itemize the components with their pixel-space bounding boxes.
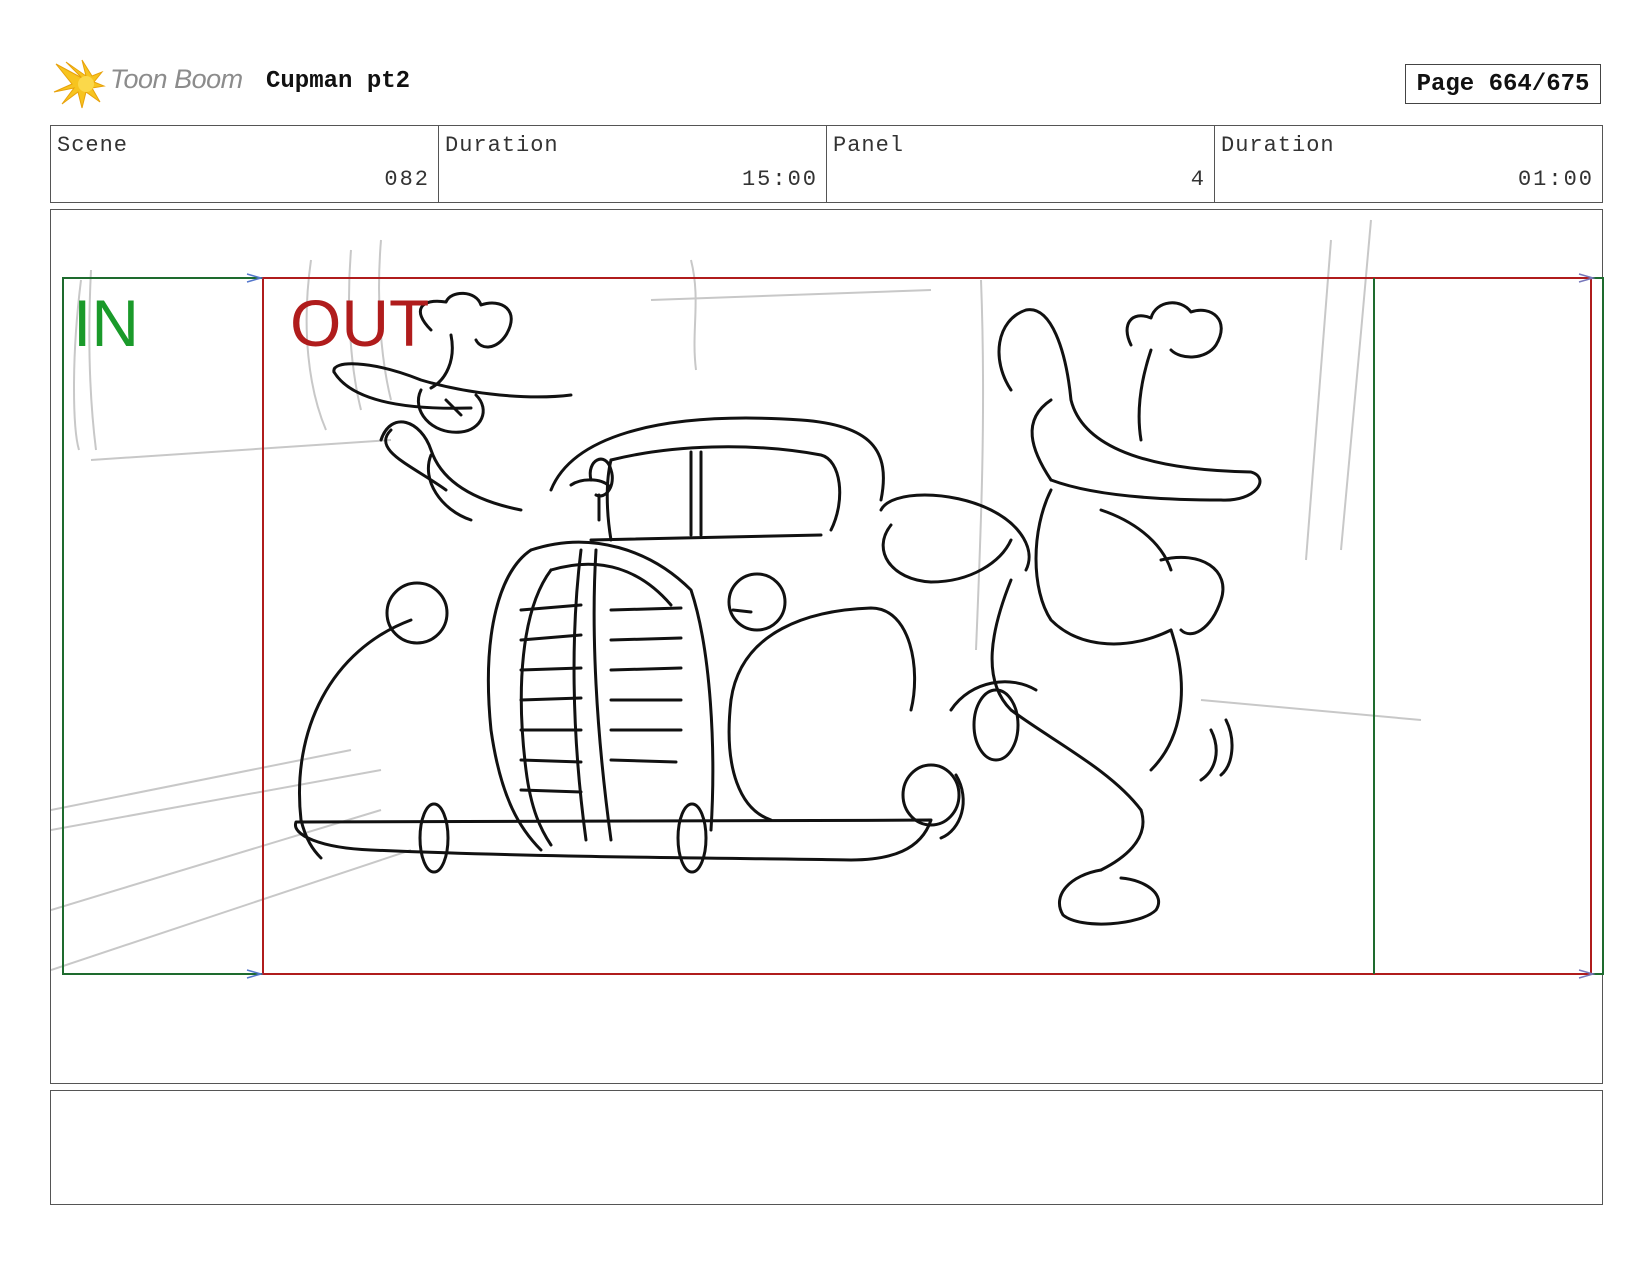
in-label: IN bbox=[73, 286, 139, 360]
panel-value: 4 bbox=[1190, 167, 1206, 192]
car-sketch bbox=[294, 416, 933, 874]
panel-duration-label: Duration bbox=[1221, 133, 1335, 158]
out-frame bbox=[262, 277, 1592, 975]
panel-duration-value: 01:00 bbox=[1517, 167, 1594, 192]
scene-cell: Scene 082 bbox=[51, 126, 439, 202]
storyboard-panel: IN OUT bbox=[50, 209, 1604, 1084]
panel-duration-cell: Duration 01:00 bbox=[1215, 126, 1602, 202]
panel-cell: Panel 4 bbox=[827, 126, 1215, 202]
dialogue-notes-box bbox=[50, 1090, 1603, 1205]
panel-label: Panel bbox=[833, 133, 905, 158]
in-frame bbox=[62, 277, 1604, 975]
logo-text: Toon Boom bbox=[110, 64, 243, 94]
scene-duration-label: Duration bbox=[445, 133, 559, 158]
starburst-icon bbox=[53, 59, 106, 109]
page-indicator: Page 664/675 bbox=[1405, 64, 1601, 104]
scene-duration-cell: Duration 15:00 bbox=[439, 126, 827, 202]
scene-label: Scene bbox=[57, 133, 129, 158]
panel-sketch bbox=[51, 219, 1604, 979]
out-label: OUT bbox=[290, 286, 430, 360]
scene-info-table: Scene 082 Duration 15:00 Panel 4 Duratio… bbox=[50, 125, 1603, 203]
scene-duration-value: 15:00 bbox=[741, 167, 818, 192]
project-title: Cupman pt2 bbox=[266, 68, 411, 95]
right-character-sketch bbox=[879, 301, 1262, 926]
scene-value: 082 bbox=[384, 167, 430, 192]
toon-boom-logo: Toon Boom bbox=[52, 58, 252, 110]
